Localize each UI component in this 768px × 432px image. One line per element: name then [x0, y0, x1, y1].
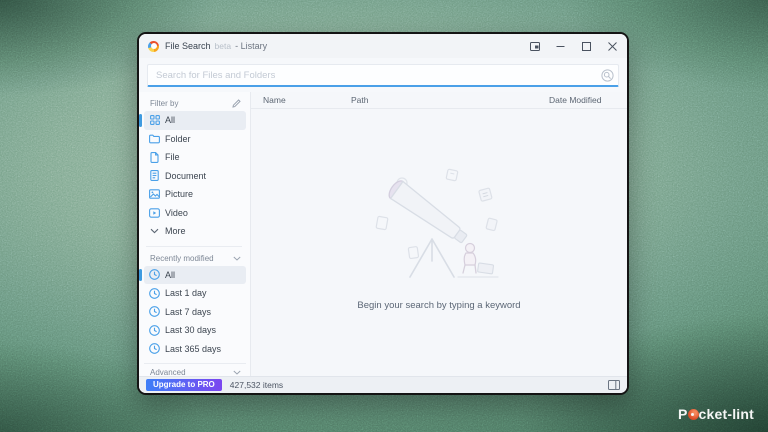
window-title-text: File Search [165, 41, 211, 51]
clock-icon [149, 306, 160, 317]
collapse-section-icon[interactable] [233, 256, 241, 261]
clock-icon [149, 343, 160, 354]
minimize-button[interactable] [555, 41, 566, 52]
compact-mode-icon[interactable] [529, 41, 540, 52]
filter-by-label: Filter by [150, 99, 178, 108]
pocketlint-dot-icon [688, 409, 699, 420]
picture-icon [149, 189, 160, 200]
sidebar-item-label: More [165, 226, 186, 236]
search-bar-row [139, 58, 627, 92]
results-column-headers: Name Path Date Modified [251, 92, 627, 109]
close-button[interactable] [607, 41, 618, 52]
filter-sidebar: Filter by All Folder [139, 92, 251, 376]
pocketlint-logo-text-1: P [678, 406, 688, 422]
clock-icon [149, 288, 160, 299]
chevron-down-icon [149, 226, 160, 237]
beta-tag: beta [215, 41, 232, 51]
sidebar-item-last-365-days[interactable]: Last 365 days [144, 340, 246, 359]
sidebar-item-label: File [165, 152, 180, 162]
sidebar-item-label: Last 7 days [165, 307, 211, 317]
sidebar-item-label: Last 365 days [165, 344, 221, 354]
column-header-path[interactable]: Path [351, 95, 549, 105]
video-icon [149, 207, 160, 218]
filter-by-header: Filter by [144, 96, 246, 111]
status-bar: Upgrade to PRO 427,532 items [139, 376, 627, 393]
window-body: Filter by All Folder [139, 92, 627, 376]
sidebar-item-label: Video [165, 208, 188, 218]
expand-section-icon[interactable] [233, 370, 241, 375]
sidebar-item-last-1-day[interactable]: Last 1 day [144, 284, 246, 303]
sidebar-item-folder[interactable]: Folder [144, 130, 246, 149]
sidebar-item-file[interactable]: File [144, 148, 246, 167]
recently-modified-header: Recently modified [144, 251, 246, 266]
telescope-illustration [364, 161, 514, 286]
listary-app-icon [148, 41, 159, 52]
listary-file-search-window: File Search beta - Listary [137, 32, 629, 395]
window-title-suffix: - Listary [235, 41, 267, 51]
sidebar-item-modified-all[interactable]: All [144, 266, 246, 285]
pocketlint-logo-text-2: cket-lint [699, 406, 754, 422]
sidebar-item-last-30-days[interactable]: Last 30 days [144, 321, 246, 340]
advanced-label: Advanced [150, 368, 186, 376]
upgrade-to-pro-button[interactable]: Upgrade to PRO [146, 379, 222, 391]
sidebar-item-label: Document [165, 171, 206, 181]
sidebar-item-all-types[interactable]: All [144, 111, 246, 130]
column-header-name[interactable]: Name [251, 95, 351, 105]
grid-icon [149, 115, 160, 126]
desktop-background: Pcket-lint File Search beta - Listary [0, 0, 768, 432]
window-title: File Search beta - Listary [165, 41, 267, 51]
results-panel: Name Path Date Modified [251, 92, 627, 376]
sidebar-item-label: Last 30 days [165, 325, 216, 335]
pocketlint-logo: Pcket-lint [678, 406, 754, 422]
sidebar-item-label: All [165, 115, 175, 125]
titlebar: File Search beta - Listary [139, 34, 627, 58]
sidebar-item-last-7-days[interactable]: Last 7 days [144, 303, 246, 322]
preview-pane-toggle-icon[interactable] [608, 380, 620, 390]
empty-state-message: Begin your search by typing a keyword [357, 300, 520, 311]
recently-modified-label: Recently modified [150, 254, 214, 263]
maximize-button[interactable] [581, 41, 592, 52]
sidebar-item-more[interactable]: More [144, 222, 246, 241]
sidebar-item-picture[interactable]: Picture [144, 185, 246, 204]
items-count: 427,532 items [230, 380, 283, 390]
column-header-date-modified[interactable]: Date Modified [549, 95, 627, 105]
file-icon [149, 152, 160, 163]
empty-state: Begin your search by typing a keyword [251, 109, 627, 376]
advanced-header: Advanced [144, 363, 246, 376]
sidebar-item-label: Last 1 day [165, 288, 207, 298]
sidebar-item-video[interactable]: Video [144, 204, 246, 223]
folder-icon [149, 133, 160, 144]
sidebar-item-label: Picture [165, 189, 193, 199]
clock-icon [149, 269, 160, 280]
search-input[interactable] [148, 65, 596, 85]
sidebar-item-document[interactable]: Document [144, 167, 246, 186]
search-options-icon[interactable] [596, 69, 618, 82]
search-box[interactable] [147, 64, 619, 87]
clock-icon [149, 325, 160, 336]
sidebar-divider [146, 246, 242, 247]
window-controls [529, 41, 618, 52]
document-icon [149, 170, 160, 181]
sidebar-item-label: All [165, 270, 175, 280]
sidebar-item-label: Folder [165, 134, 191, 144]
edit-filters-icon[interactable] [232, 99, 241, 108]
